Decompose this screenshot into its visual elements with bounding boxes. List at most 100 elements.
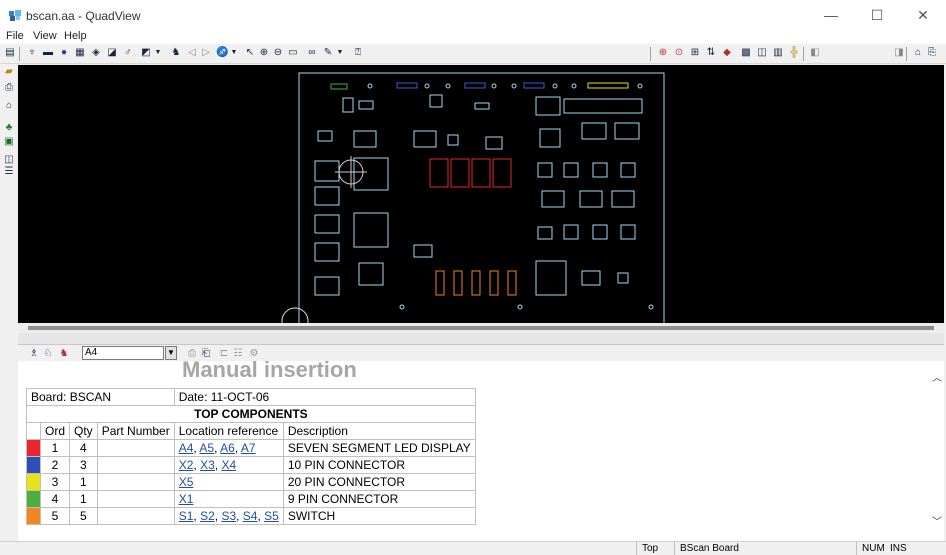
help-icon[interactable]: ⍰ bbox=[352, 47, 364, 59]
reference-link[interactable]: S2 bbox=[200, 509, 215, 523]
stack-icon[interactable]: ☰ bbox=[3, 166, 15, 178]
pcb-board-view[interactable] bbox=[18, 65, 944, 323]
probe-icon[interactable]: ♂ bbox=[122, 47, 134, 59]
next-icon[interactable]: ▷ bbox=[200, 47, 212, 59]
ic-chip bbox=[485, 136, 503, 150]
reference-input[interactable]: A4 bbox=[82, 346, 164, 360]
settings-icon[interactable]: ⚙ bbox=[248, 348, 260, 360]
minimize-button[interactable]: — bbox=[808, 0, 854, 30]
column-icon[interactable]: ⊏ bbox=[218, 348, 230, 360]
copy-icon[interactable]: ⎘ bbox=[926, 47, 938, 59]
reference-link[interactable]: X4 bbox=[221, 458, 236, 472]
pane-splitter[interactable] bbox=[18, 333, 944, 345]
scroll-thumb[interactable] bbox=[28, 326, 934, 330]
close-button[interactable]: ✕ bbox=[900, 0, 946, 30]
pane-icon[interactable]: ◫ bbox=[756, 47, 768, 59]
zoom-out-icon[interactable]: ⊖ bbox=[272, 47, 284, 59]
ic-chip bbox=[317, 130, 333, 142]
ic-chip bbox=[581, 270, 601, 286]
align-icon[interactable]: ⊞ bbox=[689, 47, 701, 59]
reference-link[interactable]: S1 bbox=[179, 509, 194, 523]
reference-link[interactable]: X5 bbox=[179, 475, 194, 489]
mount-hole bbox=[571, 83, 577, 89]
ic-chip bbox=[579, 190, 603, 208]
export-icon[interactable]: ◧ bbox=[809, 47, 821, 59]
home-icon[interactable]: ⌂ bbox=[3, 100, 15, 112]
sort-icon[interactable]: ☷ bbox=[232, 348, 244, 360]
switch-s2 bbox=[453, 270, 463, 296]
reference-link[interactable]: A7 bbox=[241, 441, 256, 455]
ic-chip bbox=[614, 122, 640, 140]
table-row: 2 3 X2, X3, X4 10 PIN CONNECTOR bbox=[26, 456, 476, 474]
color-icon[interactable]: ◆ bbox=[721, 47, 733, 59]
glasses-icon[interactable]: ∞ bbox=[306, 47, 318, 59]
header-location-reference: Location reference bbox=[173, 422, 284, 440]
reference-link[interactable]: A4 bbox=[179, 441, 194, 455]
target-icon[interactable]: ⊕ bbox=[657, 47, 669, 59]
reference-link[interactable]: S4 bbox=[243, 509, 258, 523]
open-icon[interactable]: ▤ bbox=[4, 47, 16, 59]
split-icon[interactable]: ╬ bbox=[788, 47, 800, 59]
board-outline bbox=[298, 72, 665, 323]
find-next-icon[interactable]: ♘ bbox=[42, 348, 54, 360]
color-swatch bbox=[26, 439, 41, 457]
scroll-down-icon[interactable]: ﹀ bbox=[932, 513, 942, 528]
reference-link[interactable]: S5 bbox=[264, 509, 279, 523]
board-icon[interactable]: ▣ bbox=[3, 136, 15, 148]
reference-link[interactable]: X1 bbox=[179, 492, 194, 506]
horizontal-scrollbar[interactable] bbox=[18, 323, 944, 333]
find-icon[interactable]: ♞ bbox=[170, 47, 182, 59]
reference-link[interactable]: A5 bbox=[199, 441, 214, 455]
view-dropdown-icon[interactable]: ◩ bbox=[140, 47, 152, 59]
scroll-up-icon[interactable]: ︿ bbox=[932, 369, 942, 384]
toolbar-separator bbox=[906, 47, 907, 61]
reference-link[interactable]: A6 bbox=[220, 441, 235, 455]
print-icon[interactable]: ⎙ bbox=[3, 82, 15, 94]
swap-icon[interactable]: ⇅ bbox=[705, 47, 717, 59]
menu-view[interactable]: View bbox=[33, 30, 57, 42]
bom-icon[interactable]: ♣ bbox=[3, 122, 15, 134]
tile-icon[interactable]: ▥ bbox=[772, 47, 784, 59]
chevron-down-icon[interactable]: ▼ bbox=[228, 47, 240, 59]
pcb-canvas[interactable] bbox=[18, 65, 944, 323]
select-dropdown-icon[interactable]: ♐ bbox=[216, 47, 228, 59]
main-toolbar: ▤ ♆ ▬ ● ▦ ◈ ◪ ♂ ◩ ▼ ♞ ◁ ▷ ♐ ▼ ↖ ⊕ ⊖ ▭ ∞ … bbox=[0, 44, 946, 64]
doc-icon[interactable]: ◨ bbox=[893, 47, 905, 59]
info-icon[interactable]: ● bbox=[58, 47, 70, 59]
ic-chip bbox=[620, 162, 636, 178]
print-preview-icon[interactable]: ⌂ bbox=[912, 47, 924, 59]
maximize-button[interactable]: ☐ bbox=[854, 0, 900, 30]
zoom-box-icon[interactable]: ▭ bbox=[287, 47, 299, 59]
zoom-in-icon[interactable]: ⊕ bbox=[258, 47, 270, 59]
grid-icon[interactable]: ▦ bbox=[74, 47, 86, 59]
toolbar-separator bbox=[650, 47, 651, 61]
prev-icon[interactable]: ◁ bbox=[186, 47, 198, 59]
pointer-icon[interactable]: ↖ bbox=[244, 47, 256, 59]
chevron-down-icon[interactable]: ▼ bbox=[152, 47, 164, 59]
print-icon[interactable]: ⎙ bbox=[186, 348, 198, 360]
component-icon[interactable]: ▩ bbox=[740, 47, 752, 59]
print-icon[interactable]: ♆ bbox=[26, 47, 38, 59]
menu-help[interactable]: Help bbox=[64, 30, 87, 42]
chevron-down-icon[interactable]: ▼ bbox=[334, 47, 346, 59]
circle-icon[interactable]: ⊙ bbox=[673, 47, 685, 59]
menu-file[interactable]: File bbox=[6, 30, 24, 42]
highlight-icon[interactable]: ♞ bbox=[58, 348, 70, 360]
export-icon[interactable]: ⎗ bbox=[200, 348, 212, 360]
reference-link[interactable]: X3 bbox=[200, 458, 215, 472]
reference-link[interactable]: X2 bbox=[179, 458, 194, 472]
table-row: 1 4 A4, A5, A6, A7 SEVEN SEGMENT LED DISPLA… bbox=[26, 439, 476, 457]
layers-icon[interactable]: ◈ bbox=[90, 47, 102, 59]
net-icon[interactable]: ◪ bbox=[106, 47, 118, 59]
ic-chip bbox=[474, 102, 490, 110]
reference-link[interactable]: S3 bbox=[221, 509, 236, 523]
open-icon[interactable]: ▰ bbox=[3, 66, 15, 78]
find-part-icon[interactable]: ♗ bbox=[28, 348, 40, 360]
chevron-down-icon[interactable]: ▼ bbox=[165, 346, 177, 360]
left-toolbar: ▰ ⎙ ⌂ ♣ ▣ ◫ ☰ bbox=[0, 64, 18, 544]
pen-dropdown-icon[interactable]: ✎ bbox=[322, 47, 334, 59]
info-icon[interactable]: ▬ bbox=[42, 47, 54, 59]
tile-icon[interactable]: ◫ bbox=[3, 154, 15, 166]
location-reference-cell: A4, A5, A6, A7 bbox=[173, 439, 284, 457]
table-row: 4 1 X1 9 PIN CONNECTOR bbox=[26, 490, 476, 508]
